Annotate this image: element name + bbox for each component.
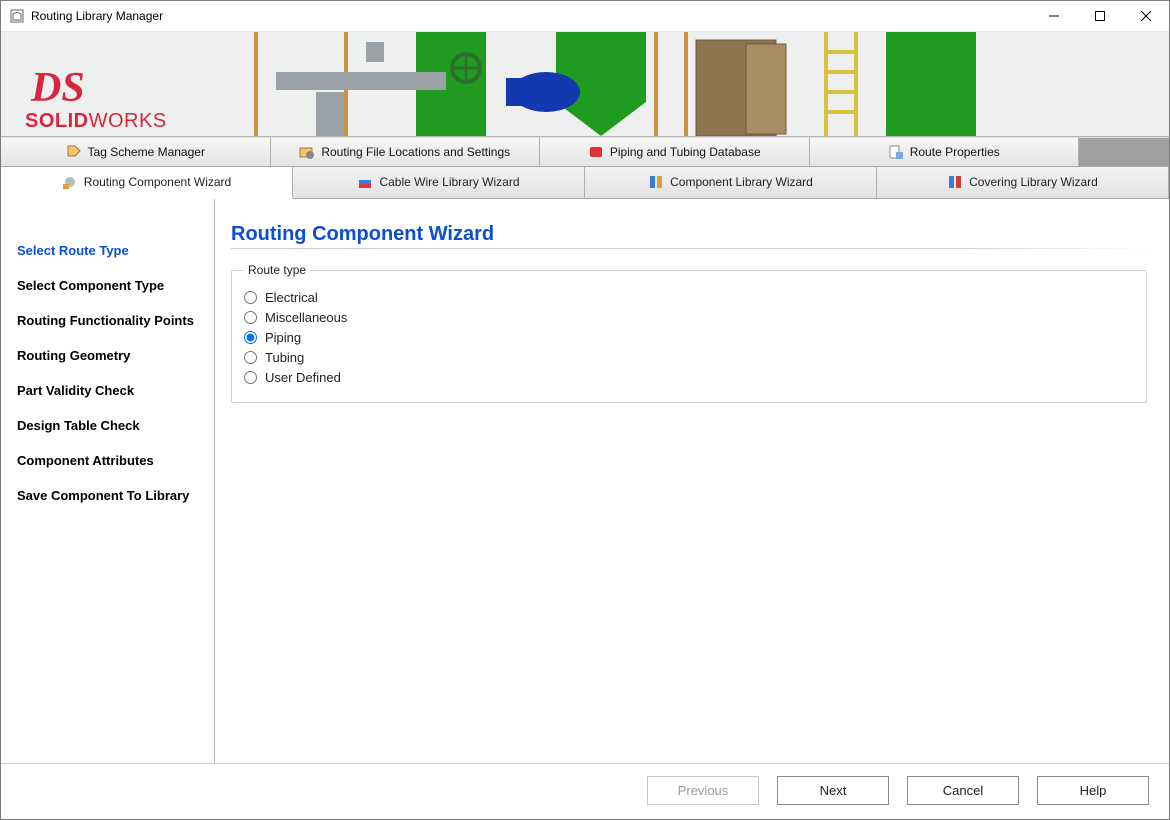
cancel-button[interactable]: Cancel bbox=[907, 776, 1019, 805]
footer: Previous Next Cancel Help bbox=[1, 763, 1169, 819]
wizard-steps-sidebar: Select Route Type Select Component Type … bbox=[1, 199, 215, 763]
app-window: Routing Library Manager DS SOLIDWORKS bbox=[0, 0, 1170, 820]
next-button[interactable]: Next bbox=[777, 776, 889, 805]
main-panel: Routing Component Wizard Route type Elec… bbox=[215, 199, 1169, 763]
toolbar-tabs: Tag Scheme Manager Routing File Location… bbox=[1, 137, 1169, 167]
cable-wizard-icon bbox=[357, 174, 373, 190]
heading-underline bbox=[231, 248, 1147, 249]
tab-component-library-wizard[interactable]: Component Library Wizard bbox=[585, 167, 877, 198]
step-select-route-type[interactable]: Select Route Type bbox=[1, 233, 214, 268]
radio-row-piping: Piping bbox=[244, 330, 1134, 345]
tab-label: Tag Scheme Manager bbox=[88, 145, 205, 159]
titlebar: Routing Library Manager bbox=[1, 1, 1169, 32]
step-save-component-to-library[interactable]: Save Component To Library bbox=[1, 478, 214, 513]
covering-wizard-icon bbox=[947, 174, 963, 190]
radio-row-user-defined: User Defined bbox=[244, 370, 1134, 385]
logo-ds: DS bbox=[31, 74, 85, 102]
tab-cable-wire-library-wizard[interactable]: Cable Wire Library Wizard bbox=[293, 167, 585, 198]
step-select-component-type[interactable]: Select Component Type bbox=[1, 268, 214, 303]
tab-label: Covering Library Wizard bbox=[969, 175, 1098, 189]
radio-label-miscellaneous[interactable]: Miscellaneous bbox=[265, 310, 347, 325]
component-wizard-icon bbox=[62, 174, 78, 190]
minimize-button[interactable] bbox=[1031, 1, 1077, 31]
radio-label-electrical[interactable]: Electrical bbox=[265, 290, 318, 305]
banner: DS SOLIDWORKS bbox=[1, 32, 1169, 137]
tab-label: Routing File Locations and Settings bbox=[321, 145, 510, 159]
body: Select Route Type Select Component Type … bbox=[1, 199, 1169, 763]
tab-filler bbox=[1079, 137, 1169, 166]
app-icon bbox=[9, 8, 25, 24]
banner-art bbox=[246, 32, 976, 136]
logo-brand: SOLIDWORKS bbox=[25, 110, 167, 133]
tab-route-properties[interactable]: Route Properties bbox=[810, 137, 1080, 166]
tab-label: Component Library Wizard bbox=[670, 175, 813, 189]
radio-row-electrical: Electrical bbox=[244, 290, 1134, 305]
step-routing-functionality-points[interactable]: Routing Functionality Points bbox=[1, 303, 214, 338]
route-type-legend: Route type bbox=[244, 263, 310, 277]
route-type-group: Route type Electrical Miscellaneous Pipi… bbox=[231, 263, 1147, 403]
step-routing-geometry[interactable]: Routing Geometry bbox=[1, 338, 214, 373]
tab-piping-tubing-database[interactable]: Piping and Tubing Database bbox=[540, 137, 810, 166]
tab-label: Routing Component Wizard bbox=[84, 175, 231, 189]
step-component-attributes[interactable]: Component Attributes bbox=[1, 443, 214, 478]
step-design-table-check[interactable]: Design Table Check bbox=[1, 408, 214, 443]
page-heading: Routing Component Wizard bbox=[231, 223, 1147, 246]
tag-icon bbox=[66, 144, 82, 160]
tab-label: Route Properties bbox=[910, 145, 1000, 159]
properties-icon bbox=[888, 144, 904, 160]
wizard-tabs: Routing Component Wizard Cable Wire Libr… bbox=[1, 167, 1169, 199]
maximize-button[interactable] bbox=[1077, 1, 1123, 31]
tab-routing-component-wizard[interactable]: Routing Component Wizard bbox=[1, 167, 293, 199]
radio-user-defined[interactable] bbox=[244, 371, 257, 384]
radio-miscellaneous[interactable] bbox=[244, 311, 257, 324]
radio-row-miscellaneous: Miscellaneous bbox=[244, 310, 1134, 325]
tab-covering-library-wizard[interactable]: Covering Library Wizard bbox=[877, 167, 1169, 198]
tab-tag-scheme-manager[interactable]: Tag Scheme Manager bbox=[1, 137, 271, 166]
tab-label: Cable Wire Library Wizard bbox=[379, 175, 519, 189]
logo: DS SOLIDWORKS bbox=[25, 74, 167, 133]
tab-routing-file-locations[interactable]: Routing File Locations and Settings bbox=[271, 137, 541, 166]
radio-label-user-defined[interactable]: User Defined bbox=[265, 370, 341, 385]
help-button[interactable]: Help bbox=[1037, 776, 1149, 805]
radio-row-tubing: Tubing bbox=[244, 350, 1134, 365]
library-wizard-icon bbox=[648, 174, 664, 190]
step-part-validity-check[interactable]: Part Validity Check bbox=[1, 373, 214, 408]
radio-label-tubing[interactable]: Tubing bbox=[265, 350, 304, 365]
close-button[interactable] bbox=[1123, 1, 1169, 31]
radio-electrical[interactable] bbox=[244, 291, 257, 304]
radio-label-piping[interactable]: Piping bbox=[265, 330, 301, 345]
tab-label: Piping and Tubing Database bbox=[610, 145, 761, 159]
database-icon bbox=[588, 144, 604, 160]
folder-gear-icon bbox=[299, 144, 315, 160]
previous-button: Previous bbox=[647, 776, 759, 805]
radio-piping[interactable] bbox=[244, 331, 257, 344]
radio-tubing[interactable] bbox=[244, 351, 257, 364]
window-title: Routing Library Manager bbox=[31, 9, 163, 23]
